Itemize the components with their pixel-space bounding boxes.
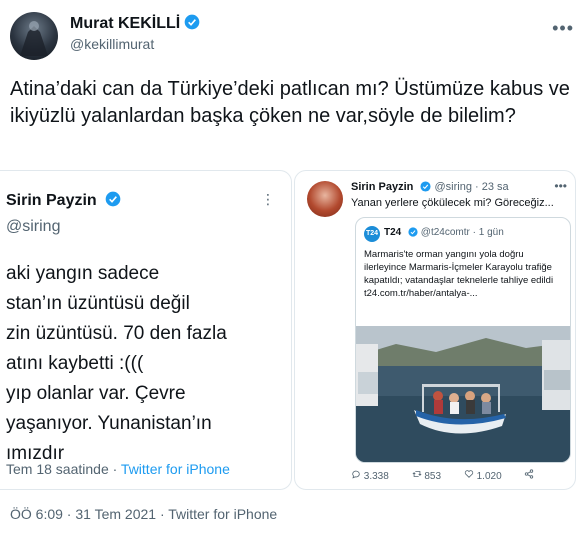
verified-badge-icon <box>105 191 121 207</box>
embedded-footer-source: Twitter for iPhone <box>120 461 230 477</box>
boat-photo <box>356 326 570 462</box>
avatar-art-icon <box>20 21 48 56</box>
embedded-author-row: Sirin Payzin <box>6 191 121 210</box>
reply-count: 3.338 <box>351 469 399 482</box>
embedded-author-name: Sirin Payzin <box>351 181 414 193</box>
verified-badge-icon <box>420 181 431 192</box>
embedded-avatar <box>307 181 343 217</box>
more-icon[interactable]: ••• <box>552 18 574 39</box>
tweet-header: Murat KEKİLLİ @kekillimurat ••• <box>8 8 580 60</box>
embedded-text-line: yıp olanlar var. Çevre <box>6 383 186 404</box>
like-count-value: 1.020 <box>476 471 502 482</box>
avatar[interactable] <box>10 12 58 60</box>
quoted-author-handle: @t24comtr · 1 gün <box>420 227 504 238</box>
retweet-count: 853 <box>412 469 451 482</box>
embedded-tweet-text: Yanan yerlere çökülecek mi? Göreceğiz... <box>351 197 554 209</box>
embedded-text-line: zin üzüntüsü. 70 den fazla <box>6 323 227 344</box>
share-icon <box>524 469 534 482</box>
embedded-author-name: Sirin Payzin <box>6 192 97 209</box>
embedded-text-line: stan’ın üzüntüsü değil <box>6 293 190 314</box>
author-name-row[interactable]: Murat KEKİLLİ <box>70 14 200 33</box>
retweet-icon <box>412 471 422 477</box>
attached-image-left[interactable]: Sirin Payzin @siring ⋮ aki yangın sadece… <box>0 170 292 490</box>
tweet-text: Atina’daki can da Türkiye’deki patlıcan … <box>10 78 570 127</box>
quoted-link: t24.com.tr/haber/antalya-... <box>364 288 478 299</box>
embedded-text-line: aki yangın sadece <box>6 263 160 284</box>
heart-icon <box>464 470 473 478</box>
author-name[interactable]: Murat KEKİLLİ <box>70 15 180 32</box>
vertical-more-icon: ⋮ <box>261 191 275 207</box>
embedded-author-handle: @siring <box>6 218 61 235</box>
embedded-footer: Tem 18 saatinde · Twitter for iPhone <box>6 461 230 477</box>
embedded-tweet-text: aki yangın sadece stan’ın üzüntüsü değil… <box>6 259 291 469</box>
more-icon: ••• <box>554 179 567 193</box>
like-count: 1.020 <box>464 469 512 482</box>
retweet-count-value: 853 <box>424 471 442 482</box>
verified-badge-icon <box>184 14 200 30</box>
quoted-tweet: T24 T24 @t24comtr · 1 gün Marmaris'te or… <box>355 217 571 463</box>
reply-count-value: 3.338 <box>363 471 389 482</box>
author-handle[interactable]: @kekillimurat <box>70 36 154 52</box>
boat-photo-art-icon <box>356 326 570 462</box>
embedded-footer-time: Tem 18 saatinde · <box>6 461 121 477</box>
embedded-text-line: yaşanıyor. Yunanistan’ın <box>6 413 212 434</box>
share-icon-art <box>525 469 534 479</box>
tweet-meta[interactable]: ÖÖ 6:09 · 31 Tem 2021 · Twitter for iPho… <box>10 506 277 522</box>
verified-badge-icon <box>408 227 418 237</box>
reply-icon <box>352 470 360 479</box>
quoted-author-row: T24 @t24comtr · 1 gün <box>384 227 504 238</box>
t24-logo-icon: T24 <box>364 226 380 242</box>
embedded-actions: 3.338 853 1.020 <box>351 469 571 482</box>
quoted-tweet-text: Marmaris'te orman yangını yola doğru ile… <box>364 248 564 300</box>
quoted-text: Marmaris'te orman yangını yola doğru ile… <box>364 249 554 286</box>
embedded-author-row: Sirin Payzin @siring · 23 sa <box>351 181 509 193</box>
embedded-author-handle: @siring · 23 sa <box>434 181 509 193</box>
quoted-author-name: T24 <box>384 227 402 238</box>
embedded-text-line: atını kaybetti :((( <box>6 353 144 374</box>
attached-image-right[interactable]: Sirin Payzin @siring · 23 sa ••• Yanan y… <box>294 170 576 490</box>
